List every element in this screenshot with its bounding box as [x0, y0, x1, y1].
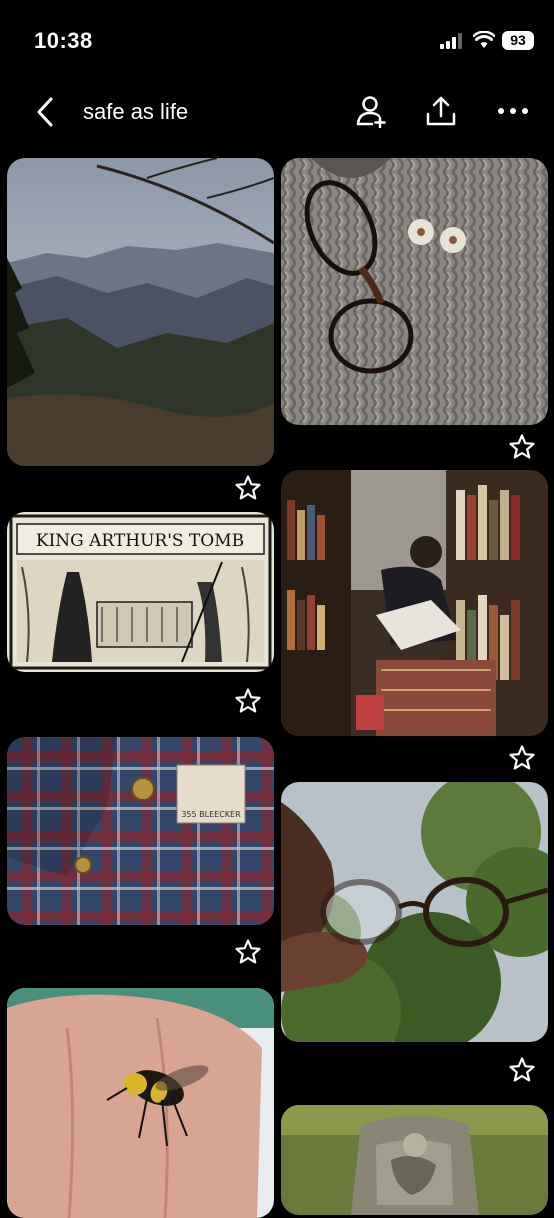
- pin-glasses-trees[interactable]: [281, 782, 548, 1042]
- pin-bee-hand[interactable]: [7, 988, 274, 1218]
- favorite-star-icon[interactable]: [508, 433, 536, 461]
- pin-mossy-grave[interactable]: [281, 1105, 548, 1215]
- pin-plaid-shirt[interactable]: 355 BLEECKER: [7, 737, 274, 925]
- status-bar: 10:38 93: [0, 0, 554, 80]
- tomb-title-text: KING ARTHUR'S TOMB: [36, 531, 244, 551]
- more-options-icon[interactable]: [496, 94, 530, 128]
- battery-icon: 93: [502, 31, 534, 50]
- back-chevron-icon[interactable]: [34, 96, 58, 128]
- add-collaborator-icon[interactable]: [355, 94, 389, 128]
- cellular-signal-icon: [440, 33, 464, 49]
- favorite-star-icon[interactable]: [234, 474, 262, 502]
- wifi-icon: [473, 31, 495, 48]
- favorite-star-icon[interactable]: [234, 687, 262, 715]
- favorite-star-icon[interactable]: [234, 938, 262, 966]
- share-icon[interactable]: [424, 94, 458, 128]
- shirt-label-text: 355 BLEECKER: [181, 810, 241, 819]
- pin-bookstore-reader[interactable]: [281, 470, 548, 736]
- pin-mountain-landscape[interactable]: [7, 158, 274, 466]
- pin-tomb-illustration[interactable]: KING ARTHUR'S TOMB: [7, 512, 274, 672]
- pin-sweater-glasses[interactable]: [281, 158, 548, 425]
- board-title: safe as life: [83, 99, 189, 124]
- status-time: 10:38: [34, 28, 93, 53]
- board-header: safe as life: [0, 80, 554, 146]
- favorite-star-icon[interactable]: [508, 1056, 536, 1084]
- favorite-star-icon[interactable]: [508, 744, 536, 772]
